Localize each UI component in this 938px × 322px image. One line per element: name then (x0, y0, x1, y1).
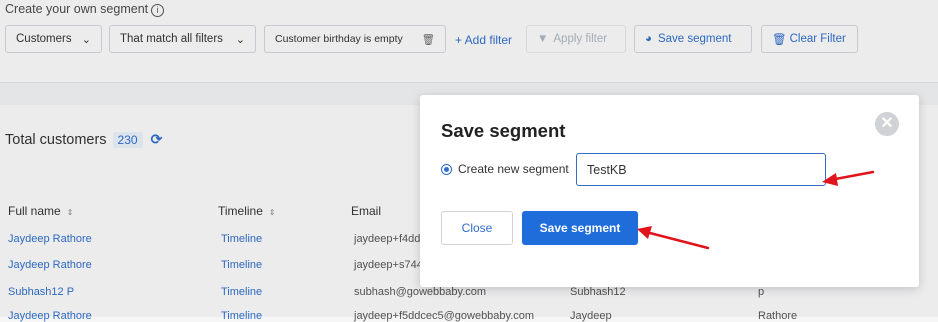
save-segment-button[interactable]: Save segment (522, 211, 638, 245)
modal-title: Save segment (441, 120, 566, 141)
close-icon[interactable]: ✕ (875, 112, 899, 136)
segment-name-input[interactable] (576, 153, 826, 186)
close-button[interactable]: Close (441, 211, 513, 245)
create-new-segment-radio[interactable] (441, 164, 452, 175)
save-segment-modal: Save segment ✕ Create new segment Close … (420, 95, 919, 287)
create-new-segment-label[interactable]: Create new segment (458, 162, 569, 176)
